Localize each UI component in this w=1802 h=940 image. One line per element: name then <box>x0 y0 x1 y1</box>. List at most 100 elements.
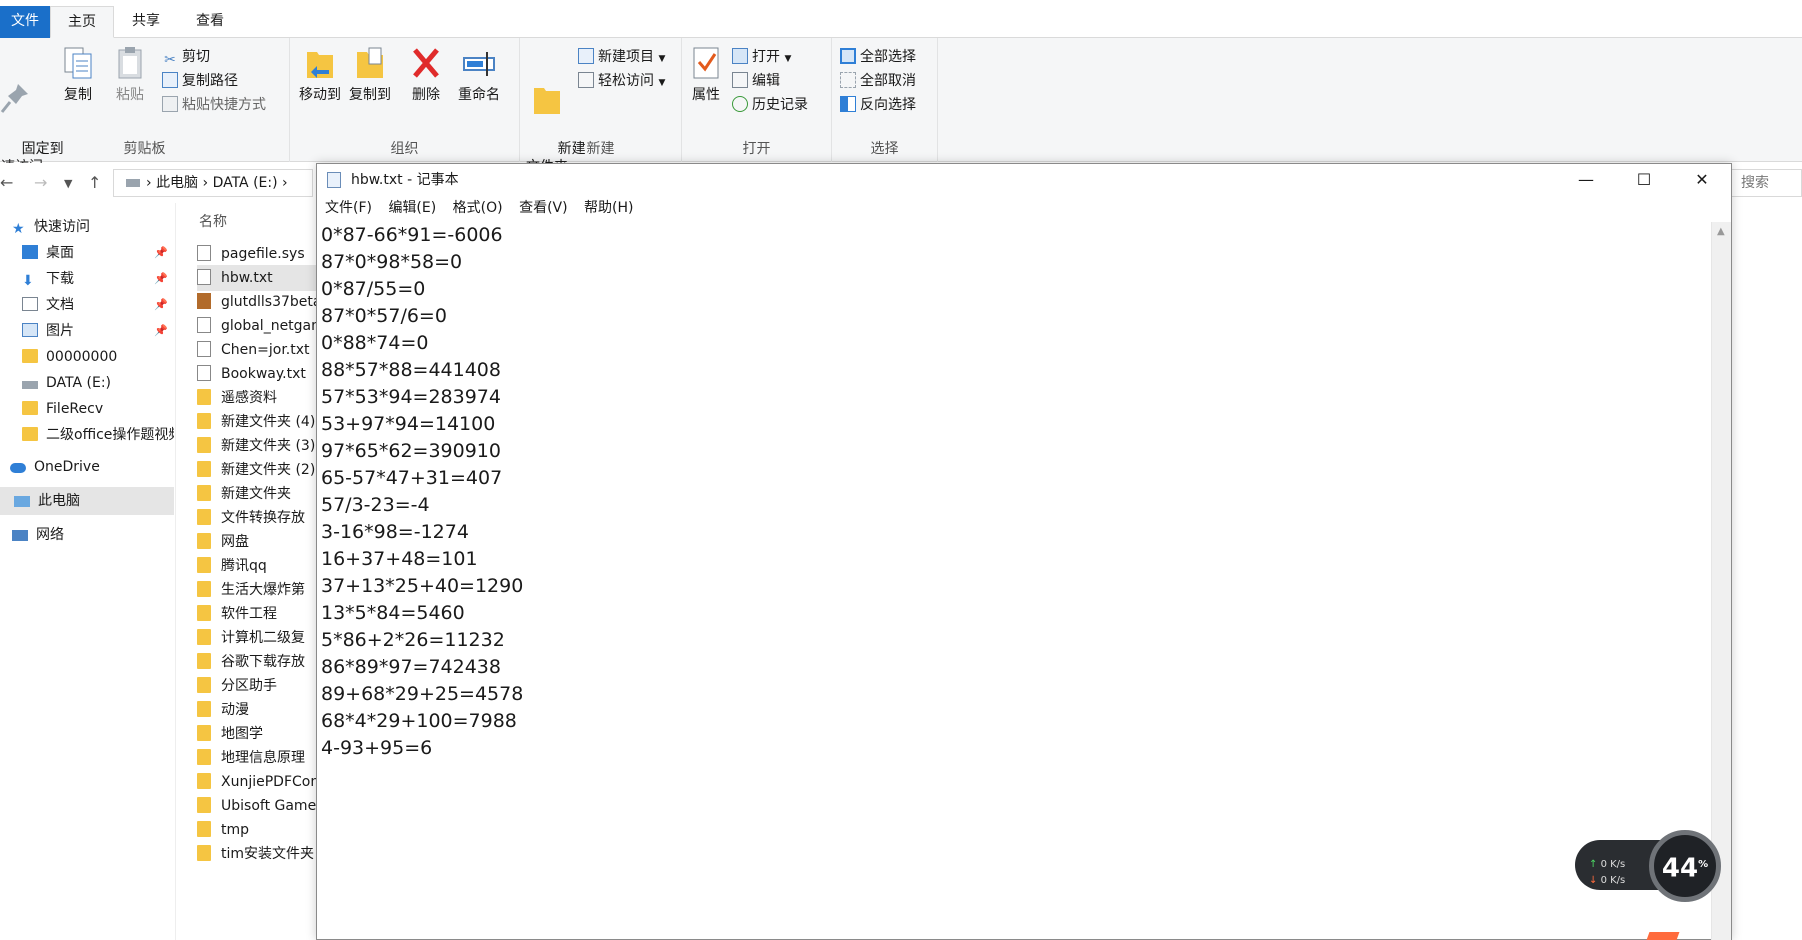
cut-button[interactable]: ✂ 剪切 <box>162 46 210 68</box>
invert-selection-button[interactable]: 反向选择 <box>840 94 916 116</box>
notepad-title: hbw.txt - 记事本 <box>351 172 459 188</box>
list-item[interactable]: 地图学 <box>197 721 317 747</box>
network-icon <box>12 530 28 541</box>
list-item[interactable]: 分区助手 <box>197 673 317 699</box>
back-arrow-icon[interactable]: ← <box>0 173 13 192</box>
nav-item-documents[interactable]: 文档 📌 <box>0 291 174 319</box>
menu-edit[interactable]: 编辑(E) <box>388 196 436 220</box>
tab-home[interactable]: 主页 <box>50 6 114 38</box>
menu-format[interactable]: 格式(O) <box>453 196 503 220</box>
tab-share[interactable]: 共享 <box>114 6 178 38</box>
edit-button[interactable]: 编辑 <box>732 70 780 92</box>
up-arrow-icon[interactable]: ↑ <box>88 173 101 192</box>
organize-group-label: 组织 <box>390 141 419 157</box>
group-organize: 移动到 复制到 删除 重命名 组织 <box>290 38 520 162</box>
nav-item-filerecv[interactable]: FileRecv <box>0 395 174 423</box>
minimize-button[interactable]: — <box>1557 164 1615 196</box>
picture-icon <box>22 323 38 337</box>
move-to-icon <box>307 52 333 78</box>
new-item-button[interactable]: 新建项目 ▼ <box>578 46 665 68</box>
list-item[interactable]: pagefile.sys <box>197 241 317 267</box>
folder-icon <box>197 701 211 717</box>
file-name: XunjiePDFConverter <box>221 774 317 790</box>
recent-chevron-icon[interactable]: ▼ <box>64 177 72 190</box>
notepad-text-area[interactable]: 0*87-66*91=-6006 87*0*98*58=0 0*87/55=0 87*… <box>317 222 1712 940</box>
nav-item-downloads[interactable]: ⬇ 下载 📌 <box>0 265 174 293</box>
list-item[interactable]: 新建文件夹 (4) <box>197 409 317 435</box>
list-item[interactable]: global_netgame <box>197 313 317 339</box>
list-item[interactable]: 新建文件夹 (2) <box>197 457 317 483</box>
list-item[interactable]: 地理信息原理 <box>197 745 317 771</box>
list-item[interactable]: 网盘 <box>197 529 317 555</box>
menu-view[interactable]: 查看(V) <box>519 196 568 220</box>
delete-button[interactable]: 删除 <box>404 44 448 104</box>
breadcrumb-drive[interactable]: DATA (E:) <box>213 175 278 191</box>
usage-gauge[interactable]: 44% <box>1649 830 1721 902</box>
move-to-button[interactable]: 移动到 <box>296 44 344 104</box>
nav-onedrive[interactable]: OneDrive <box>10 453 184 481</box>
list-item[interactable]: 遥感资料 <box>197 385 317 411</box>
drive-icon <box>126 179 140 187</box>
nav-this-pc[interactable]: 此电脑 <box>0 487 174 515</box>
file-name: 新建文件夹 <box>221 486 291 502</box>
list-item[interactable]: 新建文件夹 (3) <box>197 433 317 459</box>
list-item[interactable]: glutdlls37beta <box>197 289 317 315</box>
history-button[interactable]: 历史记录 <box>732 94 808 116</box>
search-input[interactable]: 搜索 <box>1728 169 1802 197</box>
breadcrumb-this-pc[interactable]: 此电脑 <box>156 175 198 191</box>
list-item[interactable]: 计算机二级复 <box>197 625 317 651</box>
list-item[interactable]: 生活大爆炸第 <box>197 577 317 603</box>
paste-button[interactable]: 粘贴 <box>108 44 152 104</box>
menu-help[interactable]: 帮助(H) <box>584 196 633 220</box>
forward-arrow-icon[interactable]: → <box>34 173 47 192</box>
column-header-name[interactable]: 名称 <box>199 211 227 231</box>
select-all-label: 全部选择 <box>860 49 916 65</box>
list-item[interactable]: 谷歌下载存放 <box>197 649 317 675</box>
maximize-button[interactable]: ☐ <box>1615 164 1673 196</box>
tab-file[interactable]: 文件 <box>0 6 50 38</box>
copy-button[interactable]: 复制 <box>56 44 100 104</box>
nav-item-data-drive[interactable]: DATA (E:) <box>0 369 174 397</box>
nav-onedrive-label: OneDrive <box>34 459 100 475</box>
select-none-button[interactable]: 全部取消 <box>840 70 916 92</box>
network-speed-widget[interactable]: ↑ 0 K/s ↓ 0 K/s 44% <box>1575 830 1723 902</box>
list-item[interactable]: Chen=jor.txt <box>197 337 317 363</box>
nav-network[interactable]: 网络 <box>0 521 174 549</box>
easy-access-button[interactable]: 轻松访问 ▼ <box>578 70 665 92</box>
list-item[interactable]: 腾讯qq <box>197 553 317 579</box>
nav-item-label: 二级office操作题视频 <box>46 427 174 443</box>
nav-item-folder-00000000[interactable]: 00000000 <box>0 343 174 371</box>
nav-item-office-videos[interactable]: 二级office操作题视频 <box>0 421 174 449</box>
menu-file[interactable]: 文件(F) <box>325 196 372 220</box>
close-button[interactable]: ✕ <box>1673 164 1731 196</box>
scroll-up-icon[interactable]: ▲ <box>1717 226 1725 237</box>
floating-tab-handle[interactable] <box>1646 932 1680 940</box>
address-breadcrumb[interactable]: › 此电脑 › DATA (E:) › <box>113 169 313 197</box>
nav-item-label: FileRecv <box>46 401 104 417</box>
nav-item-desktop[interactable]: 桌面 📌 <box>0 239 174 267</box>
tab-view[interactable]: 查看 <box>178 6 242 38</box>
nav-item-pictures[interactable]: 图片 📌 <box>0 317 174 345</box>
rename-button[interactable]: 重命名 <box>452 44 506 104</box>
list-item[interactable]: 文件转换存放 <box>197 505 317 531</box>
copy-to-button[interactable]: 复制到 <box>346 44 394 104</box>
properties-button[interactable]: 属性 <box>684 44 728 104</box>
list-item[interactable]: 新建文件夹 <box>197 481 317 507</box>
nav-quick-access[interactable]: ★ 快速访问 <box>12 213 186 241</box>
clipboard-icon <box>118 47 142 79</box>
notepad-icon <box>327 172 341 188</box>
select-all-button[interactable]: 全部选择 <box>840 46 916 68</box>
list-item[interactable]: Ubisoft Game <box>197 793 317 819</box>
list-item[interactable]: tmp <box>197 817 317 843</box>
paste-shortcut-button[interactable]: 粘贴快捷方式 <box>162 94 266 116</box>
list-item[interactable]: 动漫 <box>197 697 317 723</box>
list-item[interactable]: hbw.txt <box>197 265 317 291</box>
copy-to-label: 复制到 <box>349 87 391 103</box>
list-item[interactable]: XunjiePDFConverter <box>197 769 317 795</box>
list-item[interactable]: tim安装文件夹 <box>197 841 317 867</box>
open-button[interactable]: 打开 ▼ <box>732 46 791 68</box>
list-item[interactable]: Bookway.txt <box>197 361 317 387</box>
list-item[interactable]: 软件工程 <box>197 601 317 627</box>
copy-path-button[interactable]: 复制路径 <box>162 70 238 92</box>
notepad-title-bar[interactable]: hbw.txt - 记事本 — ☐ ✕ <box>317 164 1731 196</box>
